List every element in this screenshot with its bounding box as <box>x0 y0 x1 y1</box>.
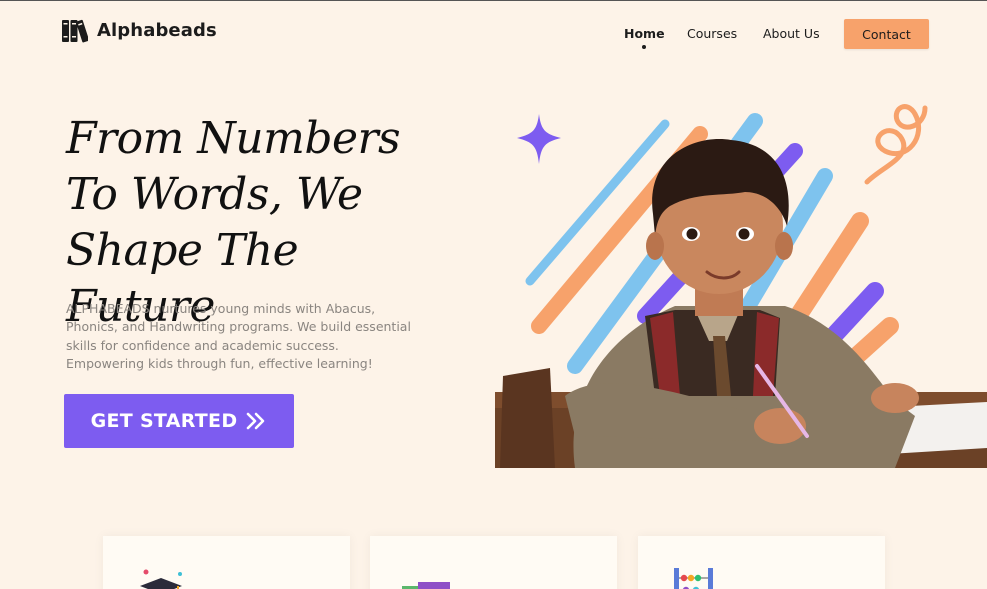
navbar: Alphabeads Home Courses About Us Contact <box>0 1 987 63</box>
books-stack-icon <box>402 582 450 589</box>
feature-card[interactable] <box>638 536 885 589</box>
swirl-decoration <box>864 104 928 185</box>
child-illustration <box>495 104 987 468</box>
contact-button[interactable]: Contact <box>844 19 929 49</box>
hero-description: ALPHABEADS nurtures young minds with Aba… <box>66 301 411 371</box>
abacus-icon <box>674 568 713 589</box>
books-icon <box>62 19 88 43</box>
double-chevron-right-icon <box>247 412 265 430</box>
feature-card[interactable] <box>370 536 617 589</box>
get-started-button[interactable]: GET STARTED <box>64 394 294 448</box>
brand-name: Alphabeads <box>97 20 217 41</box>
nav-about-us[interactable]: About Us <box>763 26 820 41</box>
brand-logo[interactable]: Alphabeads <box>61 17 217 44</box>
get-started-label: GET STARTED <box>90 410 238 432</box>
nav-courses[interactable]: Courses <box>687 26 737 41</box>
nav-home[interactable]: Home <box>624 26 665 49</box>
graduation-cap-icon <box>140 569 182 589</box>
sparkle-icon <box>517 114 561 164</box>
feature-card[interactable] <box>103 536 350 589</box>
hero-image <box>495 96 987 468</box>
